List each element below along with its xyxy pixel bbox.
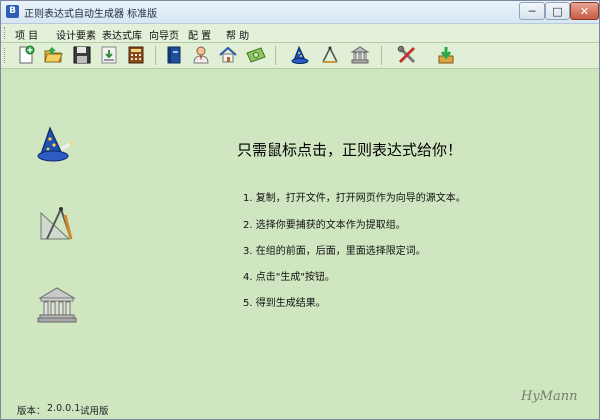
wizard-hat-icon [37,126,74,162]
toolbar [1,43,599,69]
menu-expression-library[interactable]: 表达式库 [102,27,142,42]
wizard-shortcut[interactable] [35,125,75,165]
save-icon [73,46,91,64]
menu-settings[interactable]: 配 置 [188,27,211,42]
compass-icon [322,46,338,63]
compass-icon [40,207,73,240]
save-button[interactable] [71,44,93,66]
page-headline: 只需鼠标点击，正则表达式给你！ [237,141,463,159]
status-bar: 版本： 2.0.0.1 试用版 [1,399,599,419]
app-icon: B [6,5,19,18]
title-bar[interactable]: B 正则表达式自动生成器 标准版 ─ □ ✕ [1,1,599,24]
money-button[interactable] [245,44,267,66]
minimize-icon: ─ [528,4,536,18]
home-icon [219,46,237,63]
menu-design-elements[interactable]: 设计要素 [56,27,96,42]
library-shortcut[interactable] [37,285,77,325]
library-icon [350,46,370,64]
instruction-step: 3. 在组的前面，后面，里面选择限定词。 [243,246,426,257]
home-button[interactable] [217,44,239,66]
toolbar-separator [381,46,382,65]
user-button[interactable] [190,44,212,66]
library-button[interactable] [349,44,371,66]
maximize-button[interactable]: □ [545,2,570,20]
user-icon [193,46,209,64]
open-folder-button[interactable] [42,44,64,66]
wizard-hat-icon [291,45,309,64]
book-button[interactable] [163,44,185,66]
download-button[interactable] [435,44,457,66]
new-file-button[interactable] [15,44,37,66]
calculator-icon [128,46,144,64]
minimize-button[interactable]: ─ [519,2,545,20]
menu-grip[interactable] [4,27,8,39]
menu-help[interactable]: 帮 助 [226,27,249,42]
app-window: B 正则表达式自动生成器 标准版 ─ □ ✕ 项 目 设计要素 表达式库 向导页… [0,0,600,420]
window-title: 正则表达式自动生成器 标准版 [24,9,158,20]
compass-button[interactable] [319,44,341,66]
edition-label: 试用版 [80,406,109,417]
signature-logo: HyMann [521,389,578,404]
import-icon [101,46,117,64]
import-button[interactable] [98,44,120,66]
tools-icon [397,45,416,64]
instruction-step: 1. 复制，打开文件，打开网页作为向导的源文本。 [243,193,466,204]
menu-bar: 项 目 设计要素 表达式库 向导页 配 置 帮 助 [1,24,599,43]
version-label: 版本： [17,406,46,417]
design-shortcut[interactable] [37,205,77,245]
money-icon [246,47,266,63]
wizard-button[interactable] [289,44,311,66]
library-icon [37,287,77,323]
tools-button[interactable] [396,44,418,66]
menu-project[interactable]: 项 目 [15,27,38,42]
close-icon: ✕ [579,4,590,18]
book-icon [167,46,181,64]
download-icon [438,47,454,64]
calculator-button[interactable] [125,44,147,66]
instruction-step: 2. 选择你要捕获的文本作为提取组。 [243,220,406,231]
new-file-icon [19,45,35,64]
maximize-icon: □ [552,4,563,18]
instruction-step: 4. 点击"生成"按钮。 [243,272,335,283]
close-button[interactable]: ✕ [570,2,599,20]
menu-wizard-page[interactable]: 向导页 [149,27,179,42]
version-number: 2.0.0.1 [47,403,81,414]
instruction-step: 5. 得到生成结果。 [243,298,326,309]
toolbar-grip[interactable] [4,48,8,63]
toolbar-separator [275,46,276,65]
open-folder-icon [44,47,63,63]
main-panel: 只需鼠标点击，正则表达式给你！ 1. 复制，打开文件，打开网页作为向导的源文本。… [1,69,599,399]
toolbar-separator [155,46,156,65]
